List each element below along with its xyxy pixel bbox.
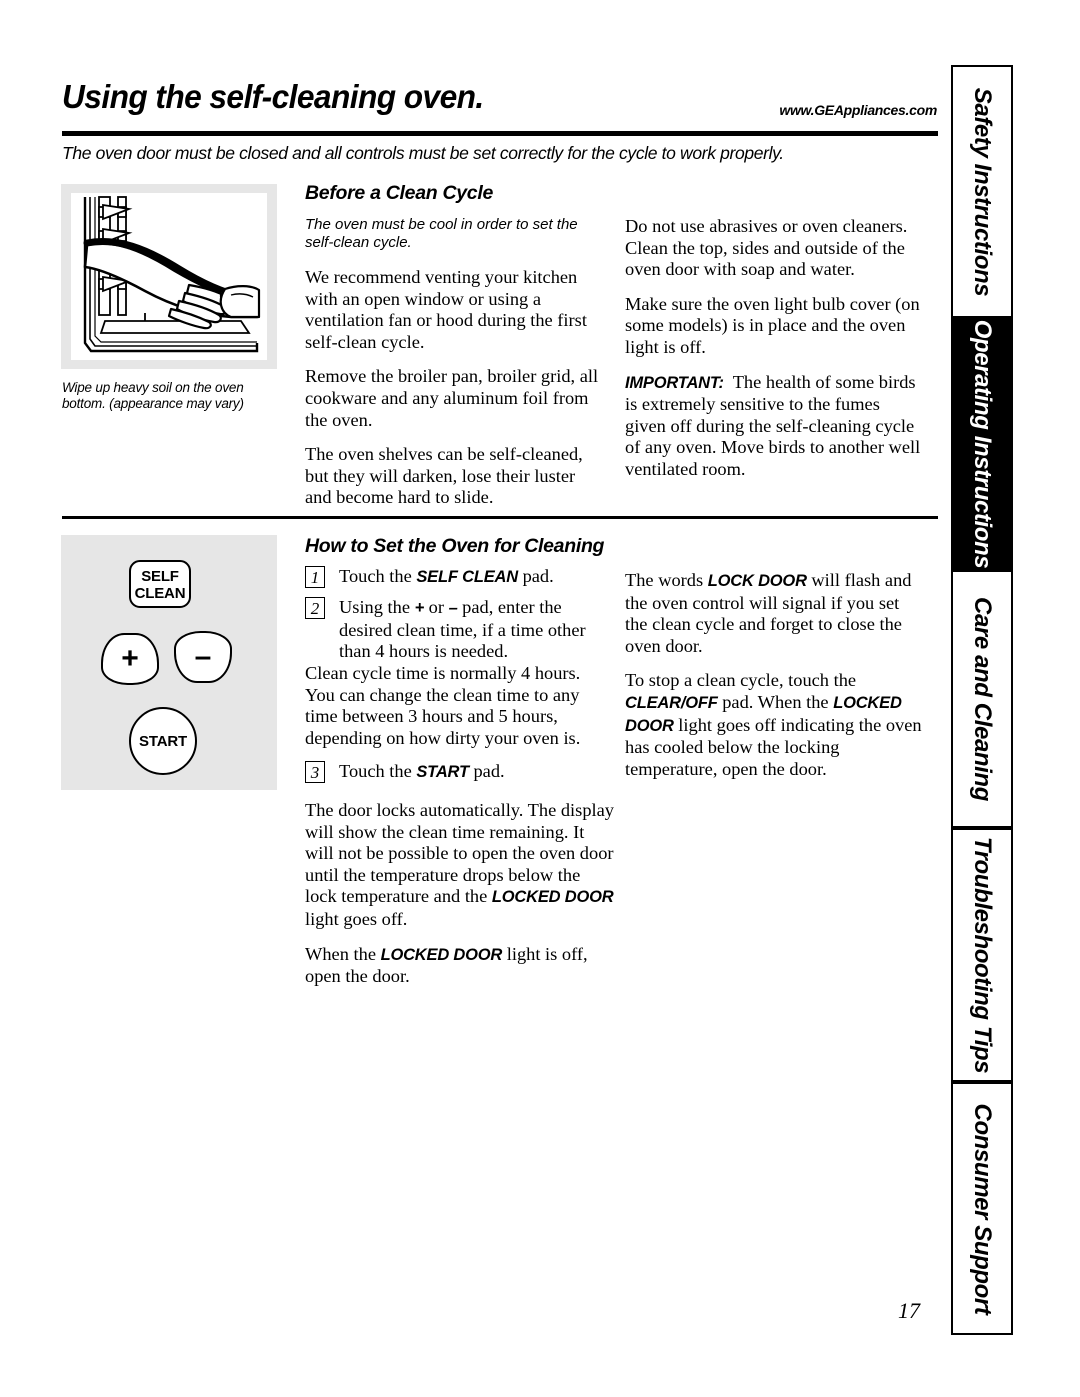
oven-figure-caption: Wipe up heavy soil on the oven bottom. (…: [62, 380, 244, 411]
before-clean-left-column: The oven must be cool in order to set th…: [305, 216, 602, 522]
tab-troubleshooting-tips-label: Troubleshooting Tips: [969, 836, 996, 1074]
before-clean-right-paragraph-2: Make sure the oven light bulb cover (on …: [625, 293, 920, 357]
tab-care-and-cleaning[interactable]: Care and Cleaning: [951, 570, 1013, 828]
tab-care-and-cleaning-label: Care and Cleaning: [969, 597, 996, 801]
door-locks-text-b: light goes off.: [305, 908, 408, 929]
step-3-text-before: Touch the: [339, 761, 417, 781]
step-1-text-before: Touch the: [339, 566, 417, 586]
step-3-number: 3: [305, 761, 325, 783]
page-number: 17: [898, 1298, 920, 1323]
oven-bottom-wipe-icon: [83, 196, 261, 353]
before-clean-note: The oven must be cool in order to set th…: [305, 216, 578, 251]
section-divider-rule: [62, 516, 938, 519]
step-1: 1 Touch the SELF CLEAN pad.: [305, 566, 615, 589]
lock-door-emphasis: LOCK DOOR: [707, 572, 807, 590]
oven-wipe-figure-inner: [71, 193, 267, 360]
step-2-text: Using the + or – pad, enter the desired …: [339, 597, 615, 663]
step-1-number: 1: [305, 566, 325, 588]
manual-page: Using the self-cleaning oven. www.GEAppl…: [0, 0, 1080, 1397]
howto-right-column: The words LOCK DOOR will flash and the o…: [625, 570, 925, 793]
lock-door-flash-text-a: The words: [625, 570, 708, 590]
locked-door-off-text-a: When the: [305, 943, 381, 964]
locked-door-emphasis-1: LOCKED DOOR: [491, 888, 614, 907]
heading-before-a-clean-cycle: Before a Clean Cycle: [305, 182, 494, 204]
step-1-text: Touch the SELF CLEAN pad.: [339, 566, 615, 589]
tab-operating-instructions[interactable]: Operating Instructions: [951, 318, 1013, 570]
important-label: IMPORTANT:: [625, 373, 724, 392]
before-clean-right-column: Do not use abrasives or oven cleaners. C…: [625, 216, 925, 494]
section-tab-strip: Safety Instructions Operating Instructio…: [951, 65, 1013, 1335]
page-title: Using the self-cleaning oven.: [62, 78, 484, 115]
stop-clean-text-a: To stop a clean cycle, touch the: [625, 670, 857, 691]
howto-middle-paragraph-block: Clean cycle time is normally 4 hours. Yo…: [305, 663, 610, 762]
stop-clean-text-b: pad. When the: [717, 691, 834, 712]
plus-pad[interactable]: +: [101, 633, 159, 685]
lock-door-flash-paragraph: The words LOCK DOOR will flash and the o…: [625, 570, 925, 657]
minus-pad-label: –: [194, 640, 212, 673]
self-clean-pad-label-line2: CLEAN: [134, 585, 186, 602]
step-3-text-after: pad.: [468, 761, 505, 781]
step-2-text-before: Using the: [339, 597, 415, 617]
header-rule: [62, 131, 938, 136]
howto-middle-paragraph: Clean cycle time is normally 4 hours. Yo…: [305, 663, 581, 748]
step-3-text: Touch the START pad.: [339, 761, 615, 784]
control-pads-figure: SELF CLEAN + – START: [61, 535, 277, 790]
start-pad[interactable]: START: [129, 707, 197, 775]
before-clean-right-paragraph-1: Do not use abrasives or oven cleaners. C…: [625, 216, 908, 280]
step-3-emphasis: START: [416, 763, 469, 781]
website-url: www.GEAppliances.com: [779, 102, 937, 118]
step-2-emphasis-minus: –: [448, 599, 458, 617]
before-clean-paragraph-3: The oven shelves can be self-cleaned, bu…: [305, 444, 583, 508]
minus-pad[interactable]: –: [174, 631, 232, 683]
locked-door-emphasis-2: LOCKED DOOR: [380, 945, 503, 964]
step-1-emphasis: SELF CLEAN: [416, 568, 518, 586]
tab-consumer-support-label: Consumer Support: [969, 1103, 996, 1314]
tab-consumer-support[interactable]: Consumer Support: [951, 1082, 1013, 1335]
step-2: 2 Using the + or – pad, enter the desire…: [305, 597, 615, 663]
self-clean-pad[interactable]: SELF CLEAN: [129, 560, 191, 608]
heading-how-to-set-oven-for-cleaning: How to Set the Oven for Cleaning: [305, 535, 605, 557]
tab-operating-instructions-label: Operating Instructions: [969, 319, 996, 569]
self-clean-pad-label-line1: SELF: [141, 568, 179, 585]
tab-safety-instructions[interactable]: Safety Instructions: [951, 65, 1013, 318]
locked-door-off-paragraph: When the LOCKED DOOR light is off, open …: [305, 944, 615, 988]
plus-pad-label: +: [121, 642, 139, 675]
stop-clean-cycle-paragraph: To stop a clean cycle, touch the CLEAR/O…: [625, 670, 925, 780]
important-paragraph: IMPORTANT: The health of some birds is e…: [625, 372, 925, 481]
step-1-text-after: pad.: [517, 566, 554, 586]
step-2-number: 2: [305, 597, 325, 619]
step-2-text-mid: or: [424, 597, 449, 617]
step-2-emphasis-plus: +: [414, 599, 425, 617]
step-3: 3 Touch the START pad.: [305, 761, 615, 784]
door-locks-paragraph: The door locks automatically. The displa…: [305, 800, 615, 931]
clear-off-emphasis: CLEAR/OFF: [625, 693, 718, 712]
tab-safety-instructions-label: Safety Instructions: [969, 87, 996, 296]
intro-statement: The oven door must be closed and all con…: [62, 143, 784, 163]
howto-after-start-block: The door locks automatically. The displa…: [305, 800, 615, 1001]
oven-wipe-figure: [61, 184, 277, 369]
before-clean-paragraph-1: We recommend venting your kitchen with a…: [305, 267, 587, 352]
start-pad-label: START: [139, 732, 187, 750]
before-clean-paragraph-2: Remove the broiler pan, broiler grid, al…: [305, 366, 599, 430]
page-header: Using the self-cleaning oven. www.GEAppl…: [62, 78, 937, 134]
tab-troubleshooting-tips[interactable]: Troubleshooting Tips: [951, 828, 1013, 1082]
